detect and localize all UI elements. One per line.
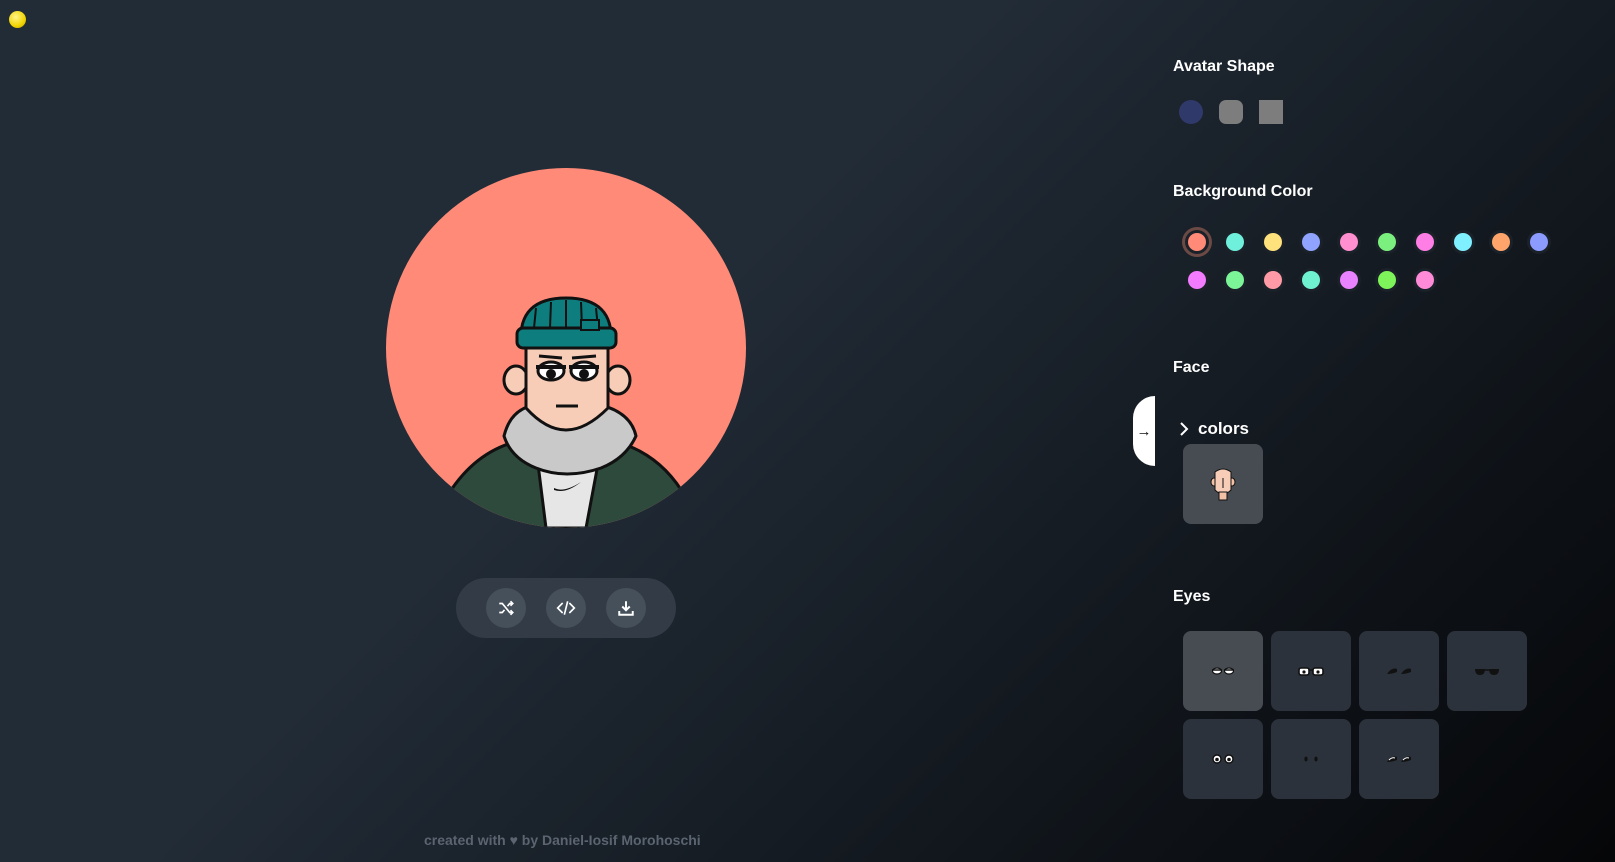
eyes-option-sleepy[interactable]: [1183, 631, 1263, 711]
code-icon: [556, 601, 576, 615]
background-color-swatch[interactable]: [1226, 233, 1244, 251]
section-title-face: Face: [1173, 359, 1210, 376]
download-button[interactable]: [606, 588, 646, 628]
background-color-swatch[interactable]: [1340, 271, 1358, 289]
eyes-sleepy-icon: [1211, 667, 1235, 675]
code-button[interactable]: [546, 588, 586, 628]
background-color-swatch[interactable]: [1530, 233, 1548, 251]
background-color-swatch[interactable]: [1492, 233, 1510, 251]
avatar-illustration: [444, 296, 688, 528]
face-preview-icon: [1210, 468, 1236, 501]
background-color-swatch[interactable]: [1340, 233, 1358, 251]
background-color-swatch[interactable]: [1188, 233, 1206, 251]
panel-toggle-button[interactable]: →: [1133, 396, 1155, 466]
background-color-swatch[interactable]: [1378, 233, 1396, 251]
status-dot: [9, 11, 26, 28]
background-color-swatch[interactable]: [1188, 271, 1206, 289]
background-color-swatch[interactable]: [1454, 233, 1472, 251]
background-color-swatch[interactable]: [1416, 233, 1434, 251]
eyes-option-wink[interactable]: [1359, 631, 1439, 711]
section-title-avatar-shape: Avatar Shape: [1173, 58, 1275, 75]
chevron-right-icon: [1180, 422, 1189, 436]
shuffle-icon: [499, 600, 514, 616]
eyes-option-narrow[interactable]: [1359, 719, 1439, 799]
eyes-option-sunglasses[interactable]: [1447, 631, 1527, 711]
shape-option-circle[interactable]: [1179, 100, 1203, 124]
background-color-swatch[interactable]: [1378, 271, 1396, 289]
eyes-dots-icon: [1304, 756, 1318, 762]
face-option-tile[interactable]: [1183, 444, 1263, 524]
eyes-wink-icon: [1387, 668, 1411, 674]
face-colors-label: colors: [1198, 419, 1250, 438]
background-color-swatch[interactable]: [1226, 271, 1244, 289]
arrow-right-icon: →: [1136, 422, 1152, 440]
footer-credit: created with ♥ by Daniel-Iosif Morohosch…: [424, 832, 701, 848]
shuffle-button[interactable]: [486, 588, 526, 628]
eyes-option-round[interactable]: [1183, 719, 1263, 799]
eyes-sunglasses-icon: [1475, 669, 1499, 675]
shape-option-rounded[interactable]: [1219, 100, 1243, 124]
eyes-option-dots[interactable]: [1271, 719, 1351, 799]
background-color-swatch[interactable]: [1264, 271, 1282, 289]
eyes-round-icon: [1212, 754, 1234, 764]
background-color-swatch[interactable]: [1416, 271, 1434, 289]
shape-option-square[interactable]: [1259, 100, 1283, 124]
download-icon: [618, 601, 634, 616]
eyes-narrow-icon: [1387, 756, 1411, 762]
section-title-background-color: Background Color: [1173, 183, 1313, 200]
face-colors-toggle[interactable]: colors: [1178, 419, 1249, 439]
background-color-swatch[interactable]: [1302, 271, 1320, 289]
avatar-toolbar: [456, 578, 676, 638]
background-color-swatch[interactable]: [1302, 233, 1320, 251]
background-color-swatch[interactable]: [1264, 233, 1282, 251]
eyes-option-glasses[interactable]: [1271, 631, 1351, 711]
eyes-glasses-icon: [1298, 667, 1324, 676]
avatar-preview: [386, 168, 746, 528]
section-title-eyes: Eyes: [1173, 588, 1211, 605]
